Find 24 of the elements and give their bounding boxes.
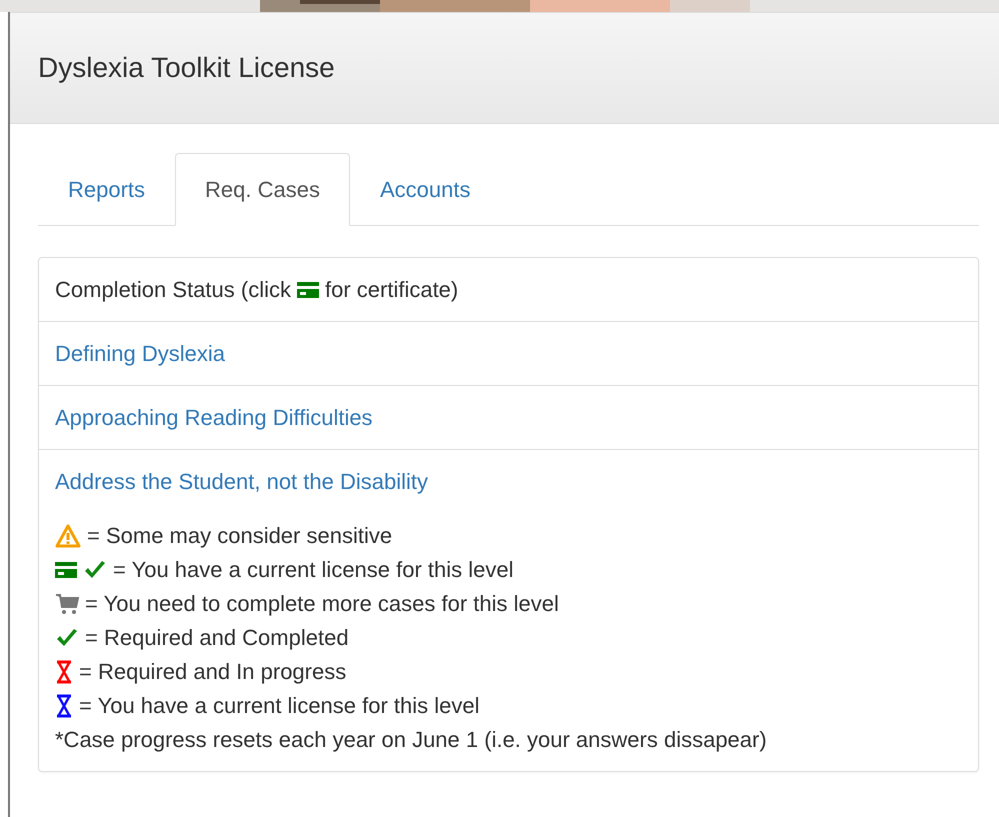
legend-text: = You have a current license for this level <box>79 693 480 719</box>
card-icon <box>296 282 319 298</box>
status-heading: for certificate) <box>324 276 458 302</box>
case-link[interactable]: Defining Dyslexia <box>55 340 225 366</box>
legend-text: = You have a current license for this level <box>113 557 514 583</box>
case-link[interactable]: Approaching Reading Difficulties <box>55 404 373 430</box>
tab[interactable]: Req. Cases <box>175 153 350 226</box>
legend-text: = Required and Completed <box>85 625 349 651</box>
legend-text: = You need to complete more cases for this level <box>85 591 559 617</box>
hourglass-icon <box>55 694 73 718</box>
legend-text: = Some may consider sensitive <box>87 523 392 549</box>
check-icon <box>55 628 79 648</box>
hourglass-icon <box>55 660 73 684</box>
warning-icon <box>55 524 81 548</box>
tab[interactable]: Reports <box>38 153 176 226</box>
cart-icon <box>55 593 79 615</box>
panel-title: Dyslexia Toolkit License <box>38 52 335 84</box>
check-icon <box>83 560 107 580</box>
status-heading: Completion Status (click <box>55 276 291 302</box>
card-icon <box>55 562 77 578</box>
tab[interactable]: Accounts <box>350 153 500 226</box>
legend-text: *Case progress resets each year on June 1 (i.e. your answers dissapear) <box>55 727 767 753</box>
case-link[interactable]: Address the Student, not the Disability <box>55 468 428 494</box>
legend-text: = Required and In progress <box>79 659 346 685</box>
